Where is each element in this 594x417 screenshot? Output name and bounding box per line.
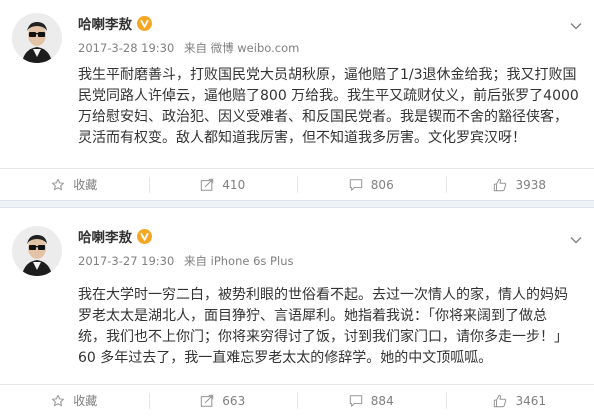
favorite-button[interactable]: 收藏	[0, 169, 149, 200]
post-text: 我生平耐磨善斗，打败国民党大员胡秋原，逼他赔了1/3退休金给我；我又打败国 民党…	[78, 65, 579, 149]
favorite-label: 收藏	[73, 178, 98, 192]
share-icon	[201, 178, 214, 191]
post-time[interactable]: 2017-3-27 19:30	[78, 254, 174, 268]
post-text-line: 灵活而有权变。敌人都知道我厉害，但不知道我多厉害。文化罗宾汉呀！	[78, 130, 526, 146]
chevron-down-icon[interactable]	[570, 236, 582, 244]
repost-count: 663	[222, 393, 246, 408]
like-count: 3938	[515, 177, 547, 192]
comment-count: 806	[370, 177, 394, 192]
vip-badge-icon	[137, 228, 152, 244]
vip-badge-icon	[137, 15, 152, 31]
favorite-label: 收藏	[73, 394, 98, 408]
share-icon	[201, 394, 214, 407]
comment-button[interactable]: 806	[297, 169, 446, 200]
star-icon	[52, 178, 65, 190]
repost-count: 410	[222, 177, 246, 192]
author-row: 哈喇李敖	[78, 226, 152, 246]
avatar[interactable]	[12, 226, 62, 276]
comment-icon	[349, 178, 363, 191]
action-bar: 收藏 410 806 3938	[0, 168, 594, 200]
card-separator	[0, 200, 594, 208]
avatar[interactable]	[12, 13, 62, 63]
like-button[interactable]: 3461	[445, 385, 594, 416]
author-row: 哈喇李敖	[78, 13, 152, 33]
post-meta: 2017-3-28 19:30 来自 微博 weibo.com	[78, 40, 299, 56]
source-prefix: 来自	[183, 254, 207, 268]
post-text-line: 我在大学时一穷二白，被势利眼的世俗看不起。去过一次情人的家，情人的妈妈	[78, 287, 568, 303]
author-name[interactable]: 哈喇李敖	[78, 226, 132, 246]
weibo-post-card: 哈喇李敖 2017-3-27 19:30 来自 iPhone 6s Plus 我…	[0, 208, 594, 417]
action-bar: 收藏 663 884 3461	[0, 384, 594, 416]
comment-count: 884	[370, 393, 394, 408]
star-icon	[52, 394, 65, 406]
comment-button[interactable]: 884	[297, 385, 446, 416]
repost-button[interactable]: 663	[148, 385, 298, 416]
post-text-line: 民党同路人许倬云，逼他赔了800 万给我。我生平又疏财仗义，前后张罗了4000	[78, 88, 579, 104]
post-source: iPhone 6s Plus	[210, 254, 294, 268]
like-count: 3461	[515, 393, 547, 408]
thumbs-up-icon	[494, 178, 507, 191]
comment-icon	[349, 394, 363, 407]
source-prefix: 来自	[183, 41, 207, 55]
weibo-post-card: 哈喇李敖 2017-3-28 19:30 来自 微博 weibo.com 我生平…	[0, 0, 594, 200]
thumbs-up-icon	[494, 394, 507, 407]
post-meta: 2017-3-27 19:30 来自 iPhone 6s Plus	[78, 253, 293, 269]
post-text: 我在大学时一穷二白，被势利眼的世俗看不起。去过一次情人的家，情人的妈妈 罗老太太…	[78, 285, 568, 369]
favorite-button[interactable]: 收藏	[0, 385, 149, 416]
repost-button[interactable]: 410	[148, 169, 298, 200]
post-text-line: 统，我们也不上你门；你将来穷得讨了饭，讨到我们家门口，请你多走一步！」	[78, 329, 568, 345]
chevron-down-icon[interactable]	[570, 22, 582, 30]
post-text-line: 罗老太太是湖北人，面目狰狞、言语犀利。她指着我说：「你将来阔到了做总	[78, 308, 547, 324]
like-button[interactable]: 3938	[445, 169, 594, 200]
post-text-line: 60 多年过去了，我一直难忘罗老太太的修辞学。她的中文顶呱呱。	[78, 350, 493, 366]
author-name[interactable]: 哈喇李敖	[78, 13, 132, 33]
post-time[interactable]: 2017-3-28 19:30	[78, 41, 174, 55]
avatar-image	[12, 226, 62, 276]
post-source: 微博 weibo.com	[210, 41, 300, 55]
post-text-line: 我生平耐磨善斗，打败国民党大员胡秋原，逼他赔了1/3退休金给我；我又打败国	[78, 67, 577, 83]
avatar-image	[12, 13, 62, 63]
post-text-line: 万给慰安妇、政治犯、因义受难者、和反国民党者。我是锲而不舍的豁径侠客，	[78, 109, 568, 125]
